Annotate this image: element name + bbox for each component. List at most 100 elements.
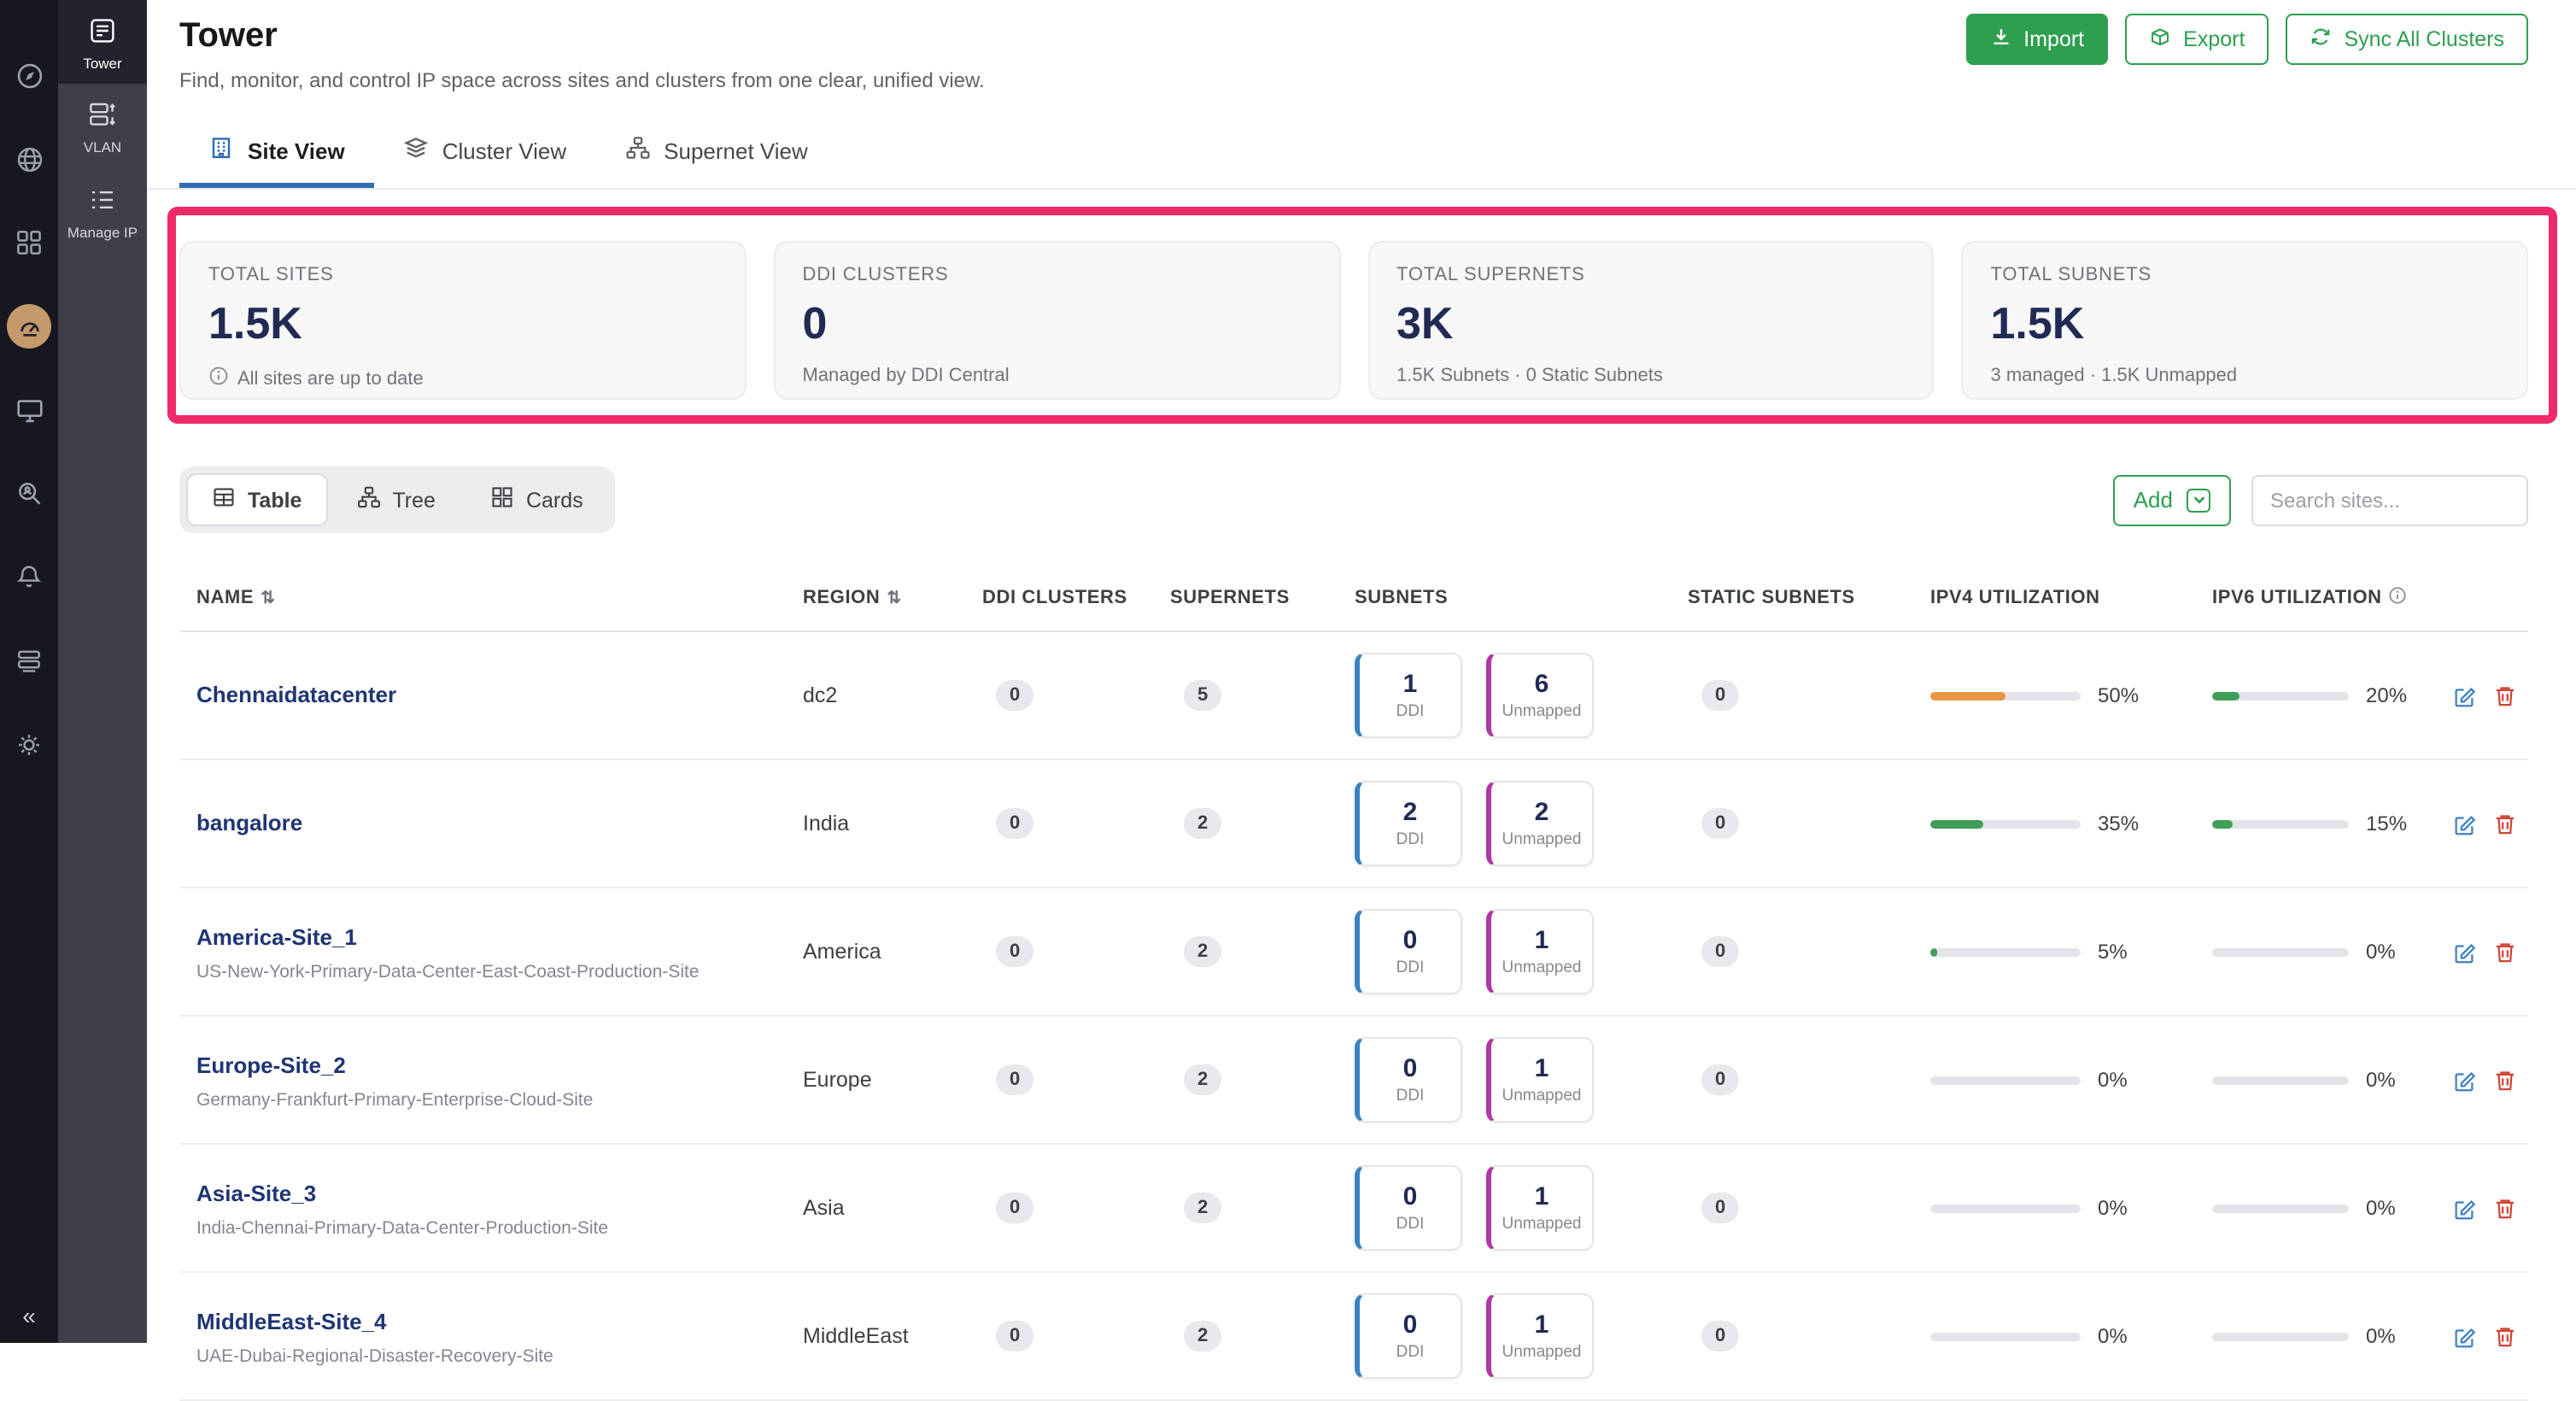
import-button[interactable]: Import <box>1965 14 2108 65</box>
site-name-link[interactable]: Europe-Site_2 <box>196 1052 346 1077</box>
subnets-ddi-label: DDI <box>1396 958 1425 977</box>
edit-site-button[interactable] <box>2451 683 2477 708</box>
subnets-unmapped-box[interactable]: 2 Unmapped <box>1486 781 1594 866</box>
column-header-ipv4-utilization: IPV4 UTILIZATION <box>1930 588 2212 608</box>
site-name-link[interactable]: MiddleEast-Site_4 <box>196 1308 387 1334</box>
tower-gauge-icon[interactable] <box>7 304 51 349</box>
ipv6-utilization-bar <box>2212 1076 2349 1084</box>
static-subnets-count-badge: 0 <box>1701 1064 1739 1095</box>
region-value: MiddleEast <box>803 1324 909 1348</box>
sidebar-item-label: Tower <box>83 56 121 73</box>
dns-globe-icon[interactable] <box>12 142 46 176</box>
subnets-ddi-box[interactable]: 0 DDI <box>1355 909 1462 994</box>
static-subnets-count-badge: 0 <box>1701 1321 1739 1351</box>
delete-site-button[interactable] <box>2492 1067 2518 1093</box>
layers-icon <box>403 135 429 166</box>
info-circle-icon[interactable] <box>2389 586 2408 610</box>
subnets-ddi-box[interactable]: 2 DDI <box>1355 781 1462 866</box>
edit-site-button[interactable] <box>2451 1067 2477 1093</box>
ipv4-utilization-percent: 50% <box>2098 683 2139 707</box>
subnets-unmapped-count: 2 <box>1535 798 1549 827</box>
app-window: « Tower VLAN Manage IP Tower Find, monit… <box>0 0 2576 1343</box>
site-name-link[interactable]: Chennaidatacenter <box>196 682 396 707</box>
subnets-unmapped-label: Unmapped <box>1502 1215 1582 1234</box>
edit-site-button[interactable] <box>2451 1195 2477 1221</box>
delete-site-button[interactable] <box>2492 811 2518 836</box>
edit-site-button[interactable] <box>2451 1323 2477 1349</box>
stat-note: Managed by DDI Central <box>803 366 1312 386</box>
delete-site-button[interactable] <box>2492 939 2518 964</box>
audit-search-icon[interactable] <box>12 477 46 511</box>
view-table-button[interactable]: Table <box>186 473 327 526</box>
tab-supernet-view[interactable]: Supernet View <box>595 116 837 188</box>
site-description: US-New-York-Primary-Data-Center-East-Coa… <box>196 961 803 982</box>
ipv4-utilization-percent: 0% <box>2098 1068 2128 1092</box>
static-subnets-count-badge: 0 <box>1701 680 1739 711</box>
column-header-name[interactable]: NAME⇅ <box>179 588 803 608</box>
ipv6-utilization-bar <box>2212 1204 2349 1212</box>
static-subnets-count-badge: 0 <box>1701 808 1739 839</box>
subnets-ddi-box[interactable]: 0 DDI <box>1355 1293 1462 1379</box>
subnets-unmapped-box[interactable]: 1 Unmapped <box>1486 909 1594 994</box>
subnets-unmapped-box[interactable]: 1 Unmapped <box>1486 1037 1594 1123</box>
ipv4-utilization-bar <box>1930 691 2081 700</box>
column-header-ipv6-utilization: IPV6 UTILIZATION <box>2212 586 2451 610</box>
ipv4-utilization-percent: 0% <box>2098 1324 2128 1348</box>
column-header-region[interactable]: REGION⇅ <box>803 588 982 608</box>
sidebar-item-vlan[interactable]: VLAN <box>58 85 147 169</box>
subnets-ddi-box[interactable]: 1 DDI <box>1355 653 1462 738</box>
edit-site-button[interactable] <box>2451 811 2477 836</box>
subnets-unmapped-label: Unmapped <box>1502 1087 1582 1105</box>
column-header-subnets: SUBNETS <box>1355 588 1688 608</box>
subnets-unmapped-label: Unmapped <box>1502 830 1582 849</box>
export-button[interactable]: Export <box>2125 14 2269 65</box>
notifications-bell-icon[interactable] <box>12 560 46 595</box>
page-subtitle: Find, monitor, and control IP space acro… <box>179 68 2528 92</box>
sidebar-item-tower[interactable]: Tower <box>58 0 147 85</box>
site-description: Germany-Frankfurt-Primary-Enterprise-Clo… <box>196 1089 803 1110</box>
subnets-unmapped-box[interactable]: 1 Unmapped <box>1486 1293 1594 1379</box>
supernets-count-badge: 2 <box>1184 1064 1221 1095</box>
sites-table: NAME⇅ REGION⇅ DDI CLUSTERS SUPERNETS SUB… <box>179 569 2528 1401</box>
subnets-unmapped-box[interactable]: 6 Unmapped <box>1486 653 1594 738</box>
stat-note: 1.5K Subnets · 0 Static Subnets <box>1396 366 1906 386</box>
subnets-unmapped-box[interactable]: 1 Unmapped <box>1486 1165 1594 1251</box>
subnets-ddi-box[interactable]: 0 DDI <box>1355 1165 1462 1251</box>
site-name-link[interactable]: Asia-Site_3 <box>196 1180 316 1205</box>
view-cards-button[interactable]: Cards <box>465 473 609 526</box>
sidebar-item-manage-ip[interactable]: Manage IP <box>58 168 147 253</box>
tab-cluster-view[interactable]: Cluster View <box>374 116 595 188</box>
stat-note: 3 managed · 1.5K Unmapped <box>1991 366 2500 386</box>
edit-site-button[interactable] <box>2451 939 2477 964</box>
refresh-icon <box>2310 26 2332 53</box>
table-row: bangalore India 0 2 2 DDI 2 Unmapped 0 3… <box>179 760 2528 888</box>
stack-icon[interactable] <box>12 644 46 678</box>
delete-site-button[interactable] <box>2492 683 2518 708</box>
network-sitemap-icon <box>624 135 650 166</box>
list-toolbar: Table Tree Cards Add <box>179 466 2528 533</box>
subnets-unmapped-count: 1 <box>1535 926 1549 955</box>
collapse-sidebar-chevron[interactable]: « <box>0 1302 58 1329</box>
site-name-link[interactable]: bangalore <box>196 810 302 835</box>
settings-gear-icon[interactable] <box>12 728 46 762</box>
delete-site-button[interactable] <box>2492 1195 2518 1221</box>
tab-site-view[interactable]: Site View <box>179 116 374 188</box>
add-site-button[interactable]: Add <box>2113 474 2231 525</box>
sync-all-clusters-button[interactable]: Sync All Clusters <box>2286 14 2528 65</box>
stat-label: TOTAL SUPERNETS <box>1396 265 1906 285</box>
package-box-icon <box>2149 26 2171 53</box>
devices-icon[interactable] <box>12 393 46 427</box>
view-tree-button[interactable]: Tree <box>331 473 461 526</box>
ipv4-utilization-bar <box>1930 1076 2081 1084</box>
apps-grid-icon[interactable] <box>12 226 46 260</box>
delete-site-button[interactable] <box>2492 1323 2518 1349</box>
subnets-ddi-box[interactable]: 0 DDI <box>1355 1037 1462 1123</box>
dashboard-icon[interactable] <box>12 58 46 92</box>
static-subnets-count-badge: 0 <box>1701 936 1739 967</box>
site-name-link[interactable]: America-Site_1 <box>196 923 357 949</box>
stat-card-total-sites: TOTAL SITES 1.5K All sites are up to dat… <box>179 241 746 400</box>
search-sites-input[interactable] <box>2251 474 2528 525</box>
table-header-row: NAME⇅ REGION⇅ DDI CLUSTERS SUPERNETS SUB… <box>179 569 2528 632</box>
ddi-clusters-count-badge: 0 <box>996 1321 1033 1351</box>
main-content: Tower Find, monitor, and control IP spac… <box>147 0 2576 1343</box>
